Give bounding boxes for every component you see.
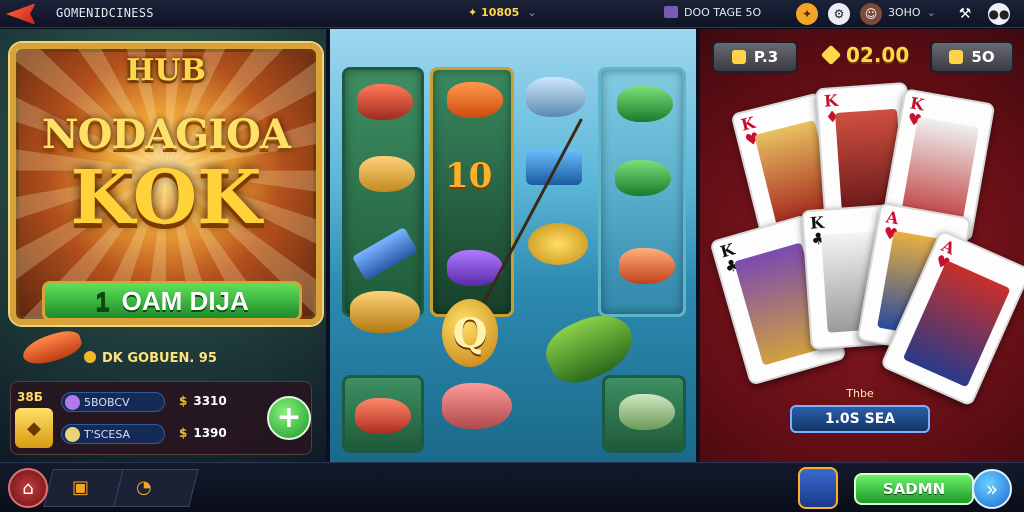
bank-value: 02.00 bbox=[846, 43, 910, 67]
stat-pill-2-text: T'SCESA bbox=[84, 427, 131, 441]
fish-symbol-icon bbox=[442, 383, 512, 429]
reel-2: 10 bbox=[430, 67, 514, 317]
stat-value-2-text: 1390 bbox=[193, 426, 227, 440]
bank-display: 02.00 bbox=[820, 43, 910, 67]
timer-icon: ◔ bbox=[136, 477, 152, 498]
play-banner-label: OAM DIJA bbox=[121, 285, 249, 316]
coin-stack-icon bbox=[528, 223, 588, 265]
poster-title-line1: NODAGIOA bbox=[42, 111, 291, 158]
chip-icon bbox=[731, 50, 746, 64]
fish-symbol-icon bbox=[355, 398, 411, 434]
chip-icon bbox=[949, 50, 964, 64]
chip-right[interactable]: 5O bbox=[930, 41, 1014, 73]
top-bar: GOMENIDCINESS ✦ 10805 ⌄ DOO TAGE 5O ✦ ⚙ ☺… bbox=[0, 0, 1024, 28]
fish-symbol-icon bbox=[350, 291, 420, 333]
fish-symbol-icon bbox=[526, 77, 586, 117]
ten-symbol: 10 bbox=[445, 156, 493, 196]
card-face bbox=[902, 260, 1011, 388]
fishing-game-panel[interactable]: 10 Q bbox=[330, 29, 696, 462]
poster-title-line2: KOK bbox=[70, 155, 262, 241]
stat-pill-1[interactable]: 5BOBCV bbox=[61, 392, 165, 412]
tool-icon[interactable]: ⚒ bbox=[954, 3, 976, 25]
blade-symbol-icon bbox=[352, 226, 418, 282]
stat-pill-2[interactable]: T'SCESA bbox=[61, 424, 165, 444]
coin-value: 10805 bbox=[481, 6, 520, 19]
app-title: GOMENIDCINESS bbox=[56, 6, 154, 20]
date-text: DOO TAGE 5O bbox=[684, 6, 762, 19]
bottom-bar: ⌂ ▣ ◔ SADMN » bbox=[0, 462, 1024, 512]
featured-game-panel[interactable]: HUB NODAGIOA KOK 1 OAM DIJA DK GOBUEN. 9… bbox=[0, 29, 326, 462]
stat-value-1: $3310 bbox=[179, 394, 227, 408]
coin-icon bbox=[84, 351, 96, 363]
game-poster[interactable]: HUB NODAGIOA KOK 1 OAM DIJA bbox=[10, 43, 322, 325]
back-arrow-icon[interactable] bbox=[6, 3, 36, 25]
play-banner-prefix: 1 bbox=[95, 285, 110, 316]
stat-pill-1-text: 5BOBCV bbox=[84, 395, 130, 409]
fish-symbol-icon bbox=[617, 86, 673, 122]
fish-symbol-icon bbox=[357, 84, 413, 120]
sea-label-button[interactable]: 1.0S SEA bbox=[790, 405, 930, 433]
currency-symbol: $ bbox=[179, 426, 188, 440]
reel-1 bbox=[342, 67, 424, 317]
coin-balance[interactable]: ✦ 10805 ⌄ bbox=[468, 6, 537, 19]
score-value: 3OHO bbox=[888, 6, 921, 19]
coin-reward-text: DK GOBUEN. 95 bbox=[102, 351, 217, 366]
stat-value-2: $1390 bbox=[179, 426, 227, 440]
poster-hub-title: HUB bbox=[126, 53, 206, 88]
fish-symbol-icon bbox=[359, 156, 415, 192]
date-display: DOO TAGE 5O bbox=[664, 6, 761, 19]
stats-box: 38Б ◆ 5BOBCV $3310 T'SCESA $1390 + bbox=[10, 381, 312, 455]
q-symbol: Q bbox=[442, 299, 498, 367]
chip-right-text: 5O bbox=[971, 48, 995, 66]
calendar-icon bbox=[664, 6, 678, 18]
reel-low-1 bbox=[342, 375, 424, 453]
gold-coin-icon[interactable]: ✦ bbox=[796, 3, 818, 25]
avatar[interactable]: ☺ bbox=[860, 3, 882, 25]
gem-icon bbox=[65, 395, 80, 410]
chevron-down-icon[interactable]: ⌄ bbox=[927, 6, 936, 19]
fish-symbol-icon bbox=[615, 160, 671, 196]
play-banner-button[interactable]: 1 OAM DIJA bbox=[42, 281, 302, 321]
sea-label-top: Thbe bbox=[846, 387, 874, 400]
diamond-icon bbox=[820, 44, 842, 66]
chip-left[interactable]: P.3 bbox=[712, 41, 798, 73]
chest-icon: ▣ bbox=[72, 477, 90, 498]
reel-low-4 bbox=[602, 375, 686, 453]
add-button[interactable]: + bbox=[267, 396, 311, 440]
stats-left-label: 38Б bbox=[17, 390, 43, 404]
fish-symbol-icon bbox=[619, 248, 675, 284]
profile-icon[interactable]: ●● bbox=[988, 3, 1010, 25]
currency-symbol: $ bbox=[179, 394, 188, 408]
fish-symbol-icon bbox=[619, 394, 675, 430]
stat-value-1-text: 3310 bbox=[193, 394, 227, 408]
home-icon[interactable]: ⌂ bbox=[8, 468, 48, 508]
chip-left-text: P.3 bbox=[753, 48, 779, 66]
fish-symbol-icon bbox=[447, 82, 503, 118]
cta-button[interactable]: SADMN bbox=[854, 473, 974, 505]
coin-icon: ✦ bbox=[468, 6, 482, 19]
card-game-panel[interactable]: P.3 02.00 5O K ♥ K ♦ K ♥ K ♣ K ♣ A ♥ A ♥ Thbe 1… bbox=[700, 29, 1024, 462]
gold-block-icon: ◆ bbox=[15, 408, 53, 448]
mascot-icon[interactable] bbox=[798, 467, 838, 509]
tab-timer[interactable] bbox=[113, 469, 199, 507]
coin-icon bbox=[65, 427, 80, 442]
reel-4 bbox=[598, 67, 686, 317]
settings-icon[interactable]: ⚙ bbox=[828, 3, 850, 25]
forward-arrow-icon[interactable]: » bbox=[972, 469, 1012, 509]
chevron-down-icon[interactable]: ⌄ bbox=[527, 6, 536, 19]
score-display[interactable]: 3OHO ⌄ bbox=[888, 6, 936, 19]
coin-reward-line: DK GOBUEN. 95 bbox=[84, 351, 217, 366]
orange-fish-icon bbox=[19, 326, 85, 370]
